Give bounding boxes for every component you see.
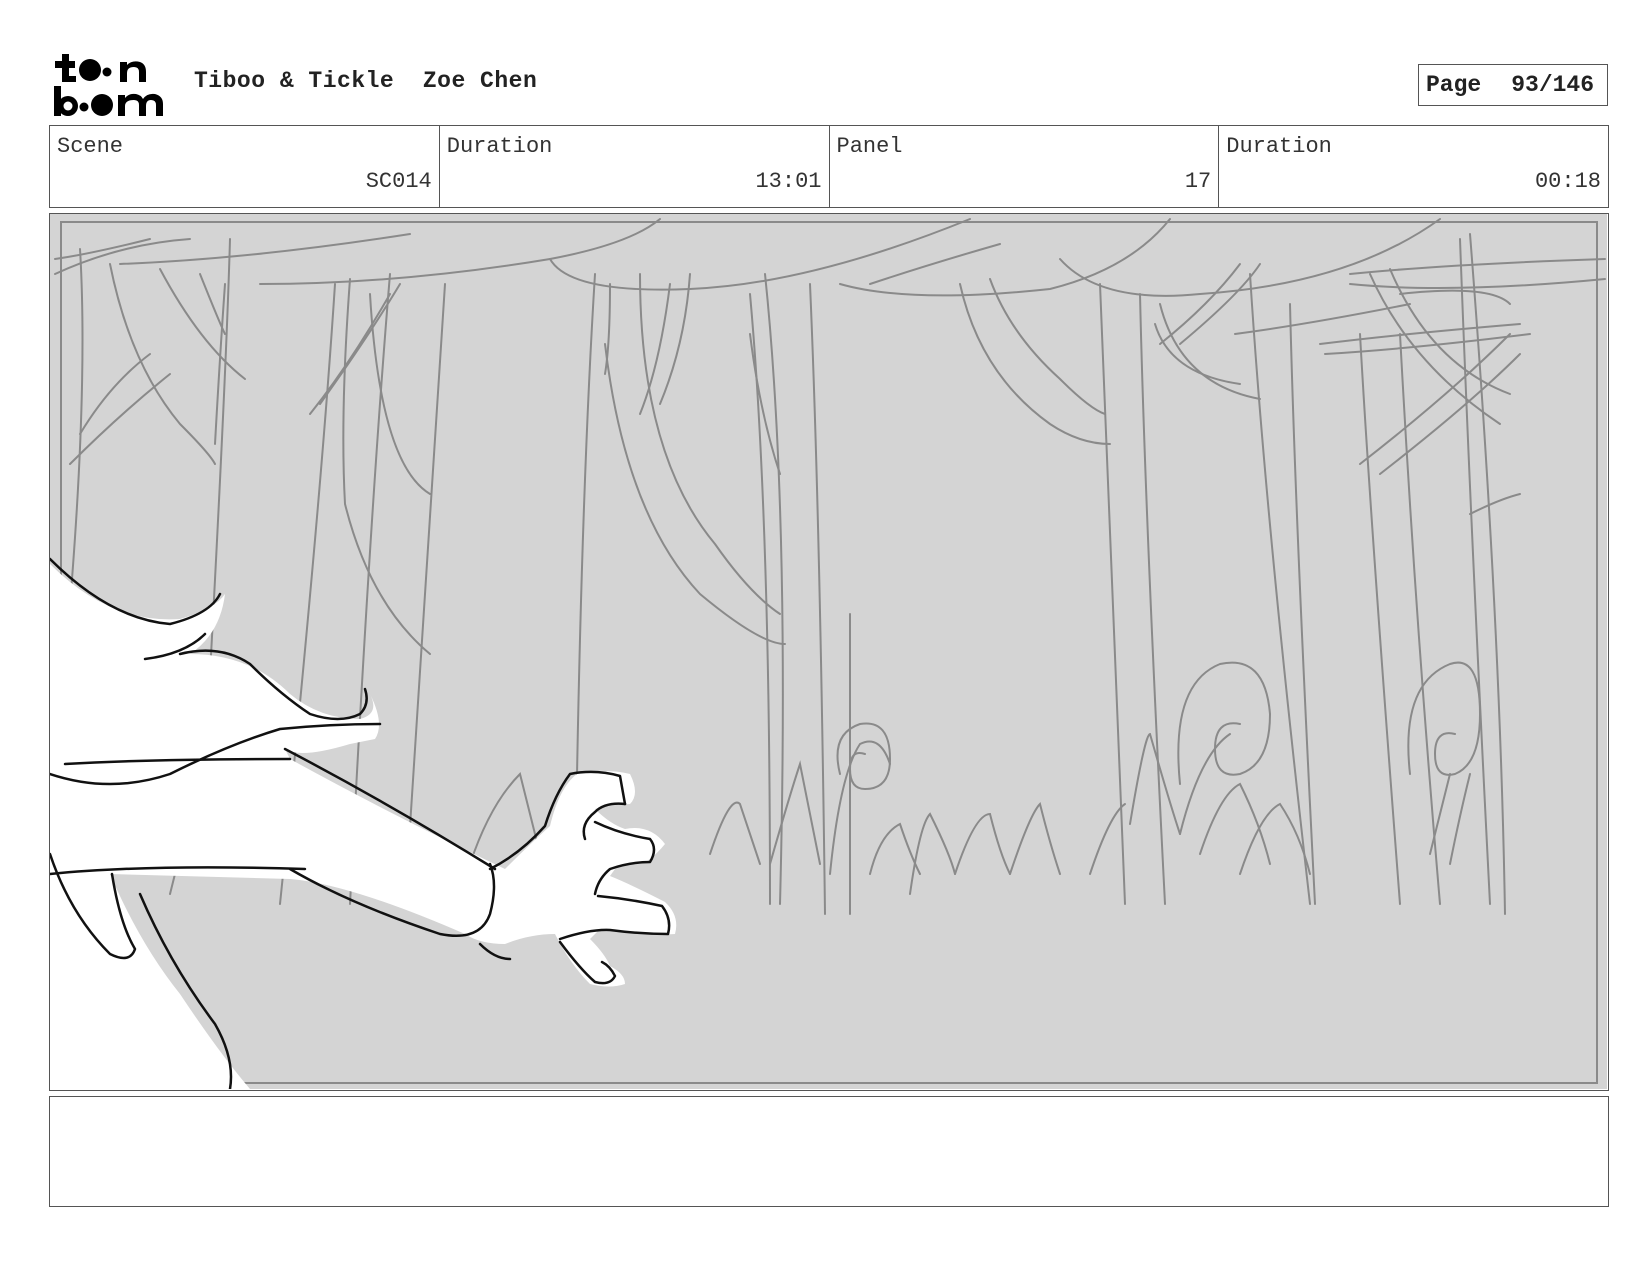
project-title: Tiboo & Tickle Zoe Chen [194,68,537,94]
page-number: 93/146 [1511,72,1595,98]
panel-duration-value: 00:18 [1534,169,1601,194]
notes-area [49,1096,1609,1207]
forest-sketch-image [50,214,1607,1089]
page-label: Page [1426,72,1482,98]
storyboard-panel [49,213,1609,1091]
scene-duration-value: 13:01 [755,169,822,194]
project-name: Tiboo & Tickle [194,68,395,94]
scene-cell: Scene SC014 [50,126,440,207]
artist-name: Zoe Chen [422,68,538,94]
scene-info-table: Scene SC014 Duration 13:01 Panel 17 Dura… [49,125,1609,208]
scene-value: SC014 [365,169,432,194]
scene-duration-label: Duration [446,134,553,159]
panel-duration-label: Duration [1226,134,1332,159]
page-indicator: Page 93/146 [1418,64,1608,106]
toon-boom-logo [52,52,172,118]
scene-label: Scene [57,134,124,159]
panel-value: 17 [1184,169,1212,194]
panel-background [50,214,1607,1089]
panel-label: Panel [836,134,903,159]
scene-duration-cell: Duration 13:01 [440,126,830,207]
panel-cell: Panel 17 [830,126,1220,207]
panel-duration-cell: Duration 00:18 [1219,126,1608,207]
